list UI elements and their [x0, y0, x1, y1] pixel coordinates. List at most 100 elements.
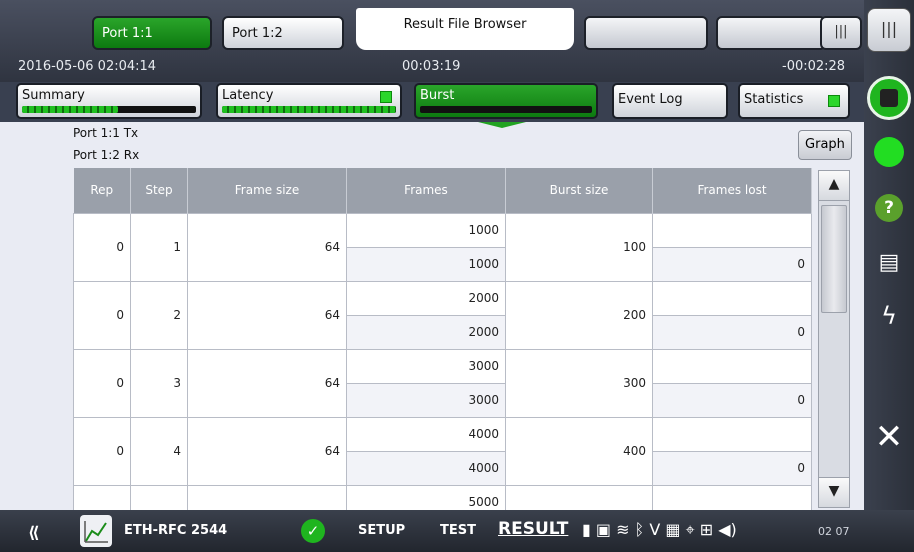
burst-table: Rep Step Frame size Frames Burst size Fr… [73, 168, 812, 510]
top-bar: Port 1:1 Port 1:2 Result File Browser ||… [0, 0, 864, 82]
help-button[interactable]: ? [864, 186, 914, 230]
cell-frame-size: 64 [187, 212, 347, 282]
elapsed-time: 00:03:19 [402, 59, 461, 74]
tab-latency[interactable]: Latency [216, 83, 402, 119]
remaining-time: -00:02:28 [782, 59, 846, 74]
tab-event-log[interactable]: Event Log [612, 83, 728, 119]
burst-progress-bar [420, 106, 592, 113]
camera-icon: ▣ [595, 520, 612, 539]
cell-frames-tx: 2000 [346, 280, 506, 316]
status-icons: ▮ ▣ ≋ ᛒ V ▦ ⌖ ⊞ ◀) [582, 520, 737, 540]
tab-event-log-label: Event Log [618, 92, 683, 107]
table-row[interactable]: 0 3 64 3000 300 [73, 348, 812, 418]
right-panel: ||| ? ▤ ϟ ✕ ⟫ [864, 0, 914, 552]
bottom-bar: ⟪ ETH-RFC 2544 ✓ SETUP TEST RESULT ▮ ▣ ≋… [0, 510, 914, 552]
app-name: ETH-RFC 2544 [124, 523, 228, 538]
cell-frame-size: 64 [187, 416, 347, 486]
setup-button[interactable]: SETUP [358, 523, 405, 538]
chevron-left-icon: ⟪ [28, 523, 40, 542]
col-step: Step [130, 168, 188, 213]
cell-burst-size [505, 484, 653, 510]
test-application-icon[interactable] [80, 515, 112, 547]
cell-frames-lost: 0 [652, 382, 812, 418]
table-row[interactable]: 0 4 64 4000 400 [73, 416, 812, 486]
test-button[interactable]: TEST [440, 523, 476, 538]
tab-statistics-label: Statistics [744, 92, 804, 107]
v-icon: V [649, 520, 661, 539]
graph-button[interactable]: Graph [798, 130, 852, 160]
cell-frames-rx: 3000 [346, 382, 506, 418]
graph-icon [84, 521, 108, 543]
table-row[interactable]: 5000 [73, 484, 812, 510]
empty-tab-2[interactable] [716, 16, 826, 50]
cell-frames-tx: 4000 [346, 416, 506, 452]
menu-icon[interactable]: ||| [867, 8, 911, 52]
close-icon: ✕ [874, 417, 904, 457]
terminal-icon: ▦ [665, 520, 681, 539]
cell-burst-size: 100 [505, 212, 653, 282]
report-icon: ▤ [878, 249, 900, 275]
scroll-up-icon[interactable]: ▲ [819, 171, 849, 201]
report-button[interactable]: ▤ [864, 240, 914, 284]
cell-step: 2 [130, 280, 188, 350]
col-burst-size: Burst size [505, 168, 653, 213]
tab-port-1-1[interactable]: Port 1:1 [92, 16, 212, 50]
cell-frames-tx: 1000 [346, 212, 506, 248]
cell-rep: 0 [73, 280, 131, 350]
result-file-browser-button[interactable]: Result File Browser [356, 8, 574, 50]
table-scrollbar[interactable]: ▲ ▼ [818, 170, 850, 508]
cell-rep [73, 484, 131, 510]
rx-port-label: Port 1:2 Rx [73, 148, 140, 162]
status-led-icon [874, 137, 904, 167]
scroll-thumb[interactable] [821, 205, 847, 313]
status-led [864, 130, 914, 174]
stop-test-button[interactable] [864, 70, 914, 126]
cell-frames-lost-tx [652, 348, 812, 384]
tab-burst[interactable]: Burst [414, 83, 598, 119]
cell-frames-rx: 1000 [346, 246, 506, 282]
cell-frame-size: 64 [187, 280, 347, 350]
result-button[interactable]: RESULT [498, 519, 568, 539]
cell-burst-size: 300 [505, 348, 653, 418]
table-row[interactable]: 0 1 64 1000 100 [73, 212, 812, 282]
tab-statistics[interactable]: Statistics [738, 83, 850, 119]
table-row[interactable]: 0 2 64 2000 200 [73, 280, 812, 350]
cell-frames-tx: 3000 [346, 348, 506, 384]
cell-frames-lost: 0 [652, 246, 812, 282]
tab-latency-label: Latency [222, 88, 274, 103]
cell-frames-lost: 0 [652, 314, 812, 350]
expand-left-button[interactable]: ⟪ [28, 523, 40, 542]
remote-icon: ⌖ [685, 520, 695, 539]
cell-rep: 0 [73, 212, 131, 282]
cell-frames-lost: 0 [652, 450, 812, 486]
tab-port-1-1-label: Port 1:1 [102, 26, 153, 41]
battery-icon: ▮ [582, 520, 591, 539]
empty-tab-1[interactable] [584, 16, 708, 50]
tab-port-1-2[interactable]: Port 1:2 [222, 16, 344, 50]
col-frame-size: Frame size [187, 168, 347, 213]
col-rep: Rep [73, 168, 131, 213]
cell-frames-lost-tx [652, 212, 812, 248]
cell-burst-size: 200 [505, 280, 653, 350]
burst-results-panel: Port 1:1 Tx Port 1:2 Rx Graph Rep Step F… [0, 122, 864, 510]
cell-frames-lost-tx [652, 280, 812, 316]
exit-button[interactable]: ✕ [864, 412, 914, 462]
menu-bars-icon: ||| [834, 24, 848, 39]
cell-rep: 0 [73, 348, 131, 418]
tab-port-1-2-label: Port 1:2 [232, 26, 283, 41]
tab-burst-label: Burst [420, 88, 455, 103]
panel-menu-button[interactable]: ||| [820, 16, 862, 50]
scroll-down-icon[interactable]: ▼ [819, 477, 849, 507]
latency-progress-bar [222, 106, 396, 113]
tx-port-label: Port 1:1 Tx [73, 126, 139, 140]
tab-summary[interactable]: Summary [16, 83, 202, 119]
speaker-icon: ◀) [718, 520, 737, 539]
table-header-row: Rep Step Frame size Frames Burst size Fr… [73, 168, 812, 213]
tab-summary-label: Summary [22, 88, 85, 103]
result-file-browser-label: Result File Browser [403, 17, 527, 32]
wifi-icon: ≋ [616, 520, 630, 539]
cell-frame-size [187, 484, 347, 510]
inject-error-button[interactable]: ϟ [864, 294, 914, 338]
summary-progress-bar [22, 106, 196, 113]
cell-step: 4 [130, 416, 188, 486]
